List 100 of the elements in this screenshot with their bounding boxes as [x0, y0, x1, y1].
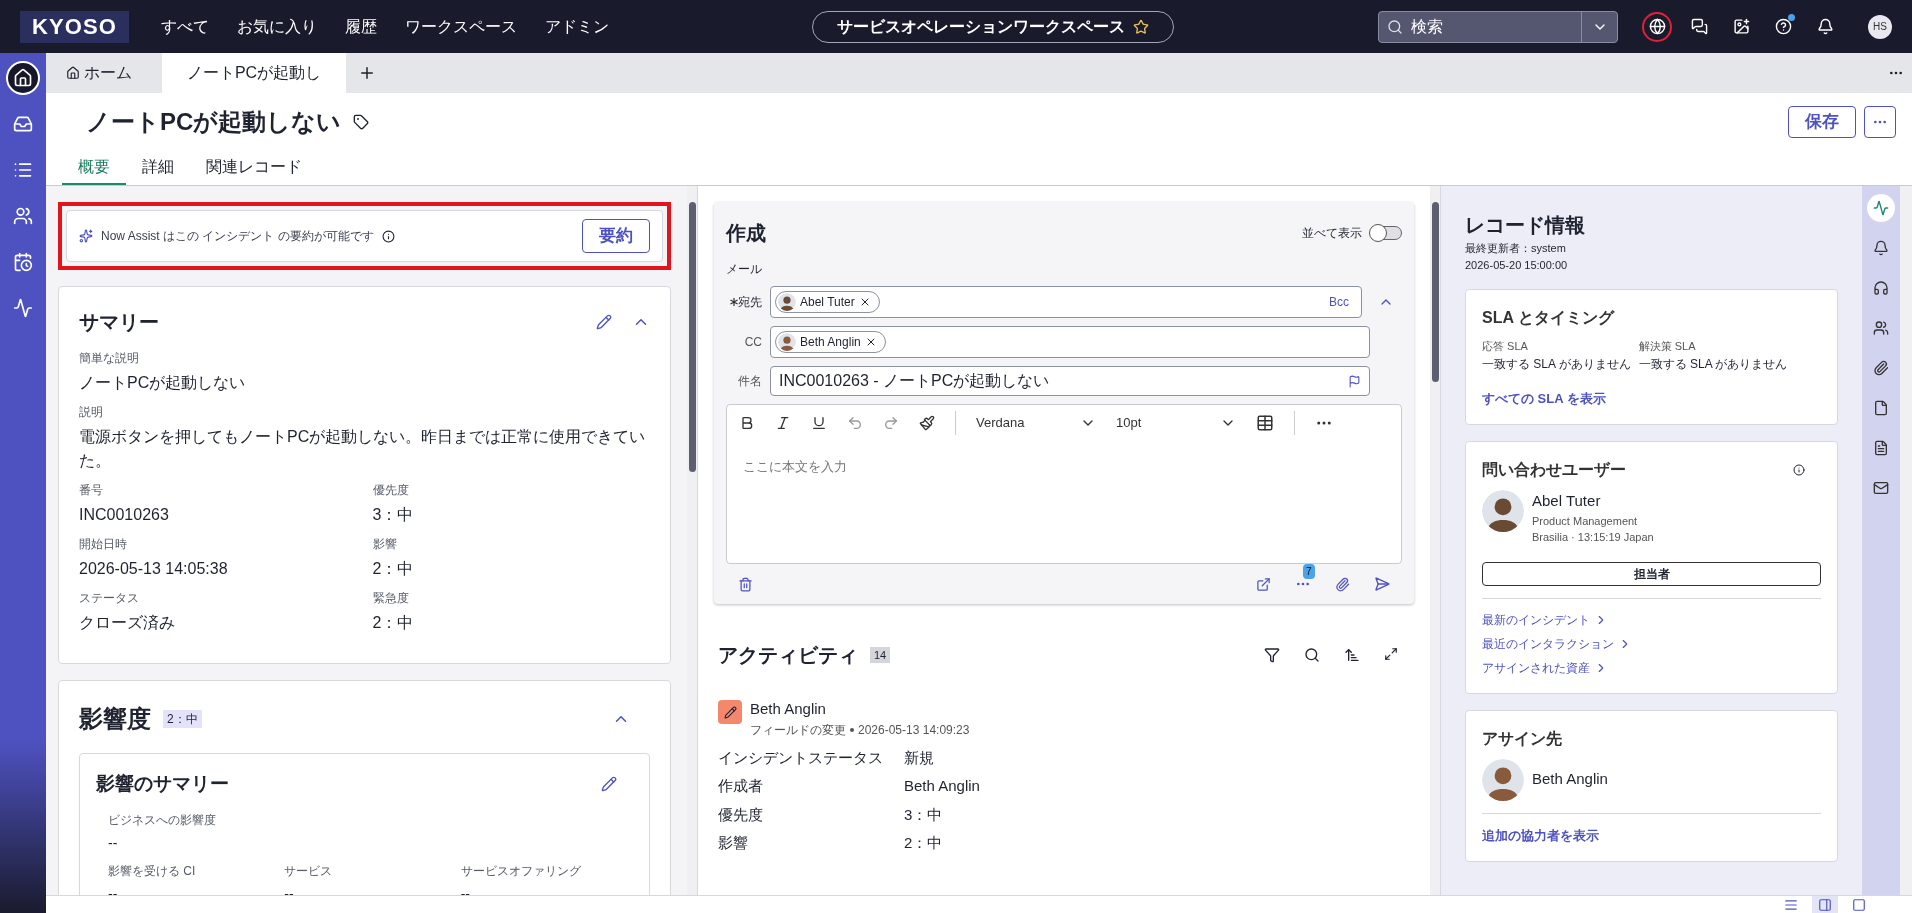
activity-author: Beth Anglin [750, 699, 827, 719]
nav-menu-item[interactable]: 履歴 [344, 14, 377, 39]
search-icon [1387, 18, 1403, 35]
pulse-icon[interactable] [1867, 194, 1895, 222]
summarize-button[interactable]: 要約 [582, 219, 650, 253]
flag-icon[interactable] [1348, 374, 1361, 388]
field-label: 宛先 [738, 294, 762, 311]
field-value: クローズ済み [79, 613, 176, 633]
collaborators-link[interactable]: 追加の協力者を表示 [1482, 825, 1821, 845]
field-value: 2：中 [372, 559, 415, 579]
activity-title: アクティビティ [718, 643, 858, 668]
logo[interactable]: KYOSO [20, 10, 129, 43]
tag-icon[interactable] [353, 114, 370, 130]
edit-icon[interactable] [596, 314, 612, 330]
star-icon[interactable] [1133, 18, 1150, 35]
info-icon[interactable] [1793, 464, 1805, 476]
body-placeholder: ここに本文を入力 [742, 458, 848, 476]
undo-icon[interactable] [847, 415, 863, 431]
change-value: Beth Anglin [904, 776, 981, 796]
filter-icon[interactable] [1264, 647, 1280, 663]
cc-field[interactable]: Beth Anglin [770, 326, 1370, 358]
avatar [778, 333, 796, 351]
split-view-icon[interactable] [1812, 896, 1838, 913]
field-label: 緊急度 [372, 590, 410, 607]
redo-icon[interactable] [883, 415, 899, 431]
sort-icon[interactable] [1344, 647, 1360, 663]
section-tab[interactable]: 詳細 [126, 151, 190, 185]
recipient-name: Abel Tuter [800, 294, 855, 311]
card-title: サマリー [79, 310, 159, 335]
count-badge: 7 [1303, 564, 1315, 579]
field-value: INC0010263 [79, 505, 170, 525]
assign-button[interactable]: 担当者 [1482, 561, 1821, 586]
change-field: インシデントステータス [718, 746, 904, 769]
toggle-switch[interactable] [1370, 226, 1402, 240]
card-title: 問い合わせユーザー [1482, 460, 1626, 480]
add-tab-icon[interactable] [358, 64, 376, 82]
font-select[interactable]: Verdana [976, 413, 1096, 433]
table-icon[interactable] [1256, 414, 1274, 432]
to-field[interactable]: Abel Tuter Bcc [770, 286, 1362, 318]
caller-link[interactable]: 最新のインシデント [1482, 610, 1821, 629]
field-label: 簡単な説明 [79, 350, 140, 367]
field-value: -- [108, 884, 119, 895]
field-value: -- [284, 884, 295, 895]
recipient-name: Beth Anglin [800, 334, 861, 351]
underline-icon[interactable] [811, 415, 827, 431]
scrollbar[interactable] [1430, 186, 1440, 895]
sla-value: 一致する SLA がありません [1482, 355, 1631, 373]
send-icon[interactable] [1374, 576, 1390, 592]
info-icon[interactable] [381, 229, 395, 243]
search-field[interactable]: 検索 [1411, 14, 1551, 39]
edit-icon[interactable] [601, 776, 617, 793]
caller-location: Brasilia · 13:15:19 Japan [1532, 530, 1654, 545]
size-select[interactable]: 10pt [1116, 413, 1236, 433]
nav-menu-item[interactable]: すべて [160, 14, 209, 39]
count-badge: 14 [870, 646, 891, 664]
trash-icon[interactable] [738, 576, 753, 592]
editor[interactable]: Verdana 10pt ここに本文を入力 [726, 404, 1402, 564]
field-label: ステータス [79, 590, 140, 607]
nav-menu-item[interactable]: アドミン [544, 14, 609, 39]
search-bar[interactable]: 検索 [1378, 10, 1618, 43]
bcc-link[interactable]: Bcc [1329, 293, 1349, 311]
caller-link[interactable]: アサインされた資産 [1482, 658, 1821, 677]
nav-menu-item[interactable]: お気に入り [236, 14, 317, 39]
assist-message: Now Assist はこの インシデント の要約が可能です [101, 228, 374, 245]
field-value: ノートPCが起動しない [79, 373, 247, 393]
field-label: CC [743, 334, 762, 351]
home-icon[interactable] [6, 61, 40, 95]
sla-value: 一致する SLA がありません [1638, 355, 1788, 373]
bold-icon[interactable] [739, 415, 755, 431]
updated-by: 最終更新者：system [1465, 241, 1567, 256]
subject-field[interactable]: INC0010263 - ノートPCが起動しない [770, 366, 1370, 396]
more-button[interactable] [1864, 106, 1896, 138]
scrollbar[interactable] [687, 186, 697, 895]
card-title: 影響度 [79, 704, 151, 734]
section-tab[interactable]: 関連レコード [190, 151, 318, 185]
user-avatar[interactable]: HS [1868, 14, 1892, 39]
save-button[interactable]: 保存 [1788, 106, 1856, 138]
globe-icon[interactable] [1642, 11, 1672, 42]
format-painter-icon[interactable] [919, 415, 935, 431]
field-value: 電源ボタンを押してもノートPCが起動しない。昨日までは正常に使用できていた。 [79, 427, 647, 471]
field-label: 件名 [737, 373, 762, 390]
record-tab[interactable]: ノートPCが起動し [162, 53, 346, 93]
change-value: 3：中 [904, 804, 944, 825]
nav-menu-item[interactable]: ワークスペース [404, 14, 517, 39]
search-icon[interactable] [1304, 647, 1320, 663]
expand-icon[interactable] [1384, 647, 1398, 661]
pencil-icon [723, 705, 737, 719]
avatar [778, 293, 796, 311]
paperclip-icon[interactable] [1335, 576, 1350, 592]
caller-department: Product Management [1532, 513, 1639, 529]
record-tab[interactable]: ホーム [54, 53, 162, 93]
external-link-icon[interactable] [1256, 576, 1271, 592]
avatar [1482, 758, 1524, 801]
channel-label: メール [726, 261, 763, 278]
italic-icon[interactable] [775, 415, 791, 431]
caller-link[interactable]: 最近のインタラクション [1482, 634, 1821, 653]
sla-link[interactable]: すべての SLA を表示 [1482, 388, 1821, 408]
sla-label: 解決策 SLA [1638, 339, 1697, 354]
field-value: 2026-05-13 14:05:38 [79, 559, 229, 579]
field-value: 3：中 [372, 505, 415, 525]
